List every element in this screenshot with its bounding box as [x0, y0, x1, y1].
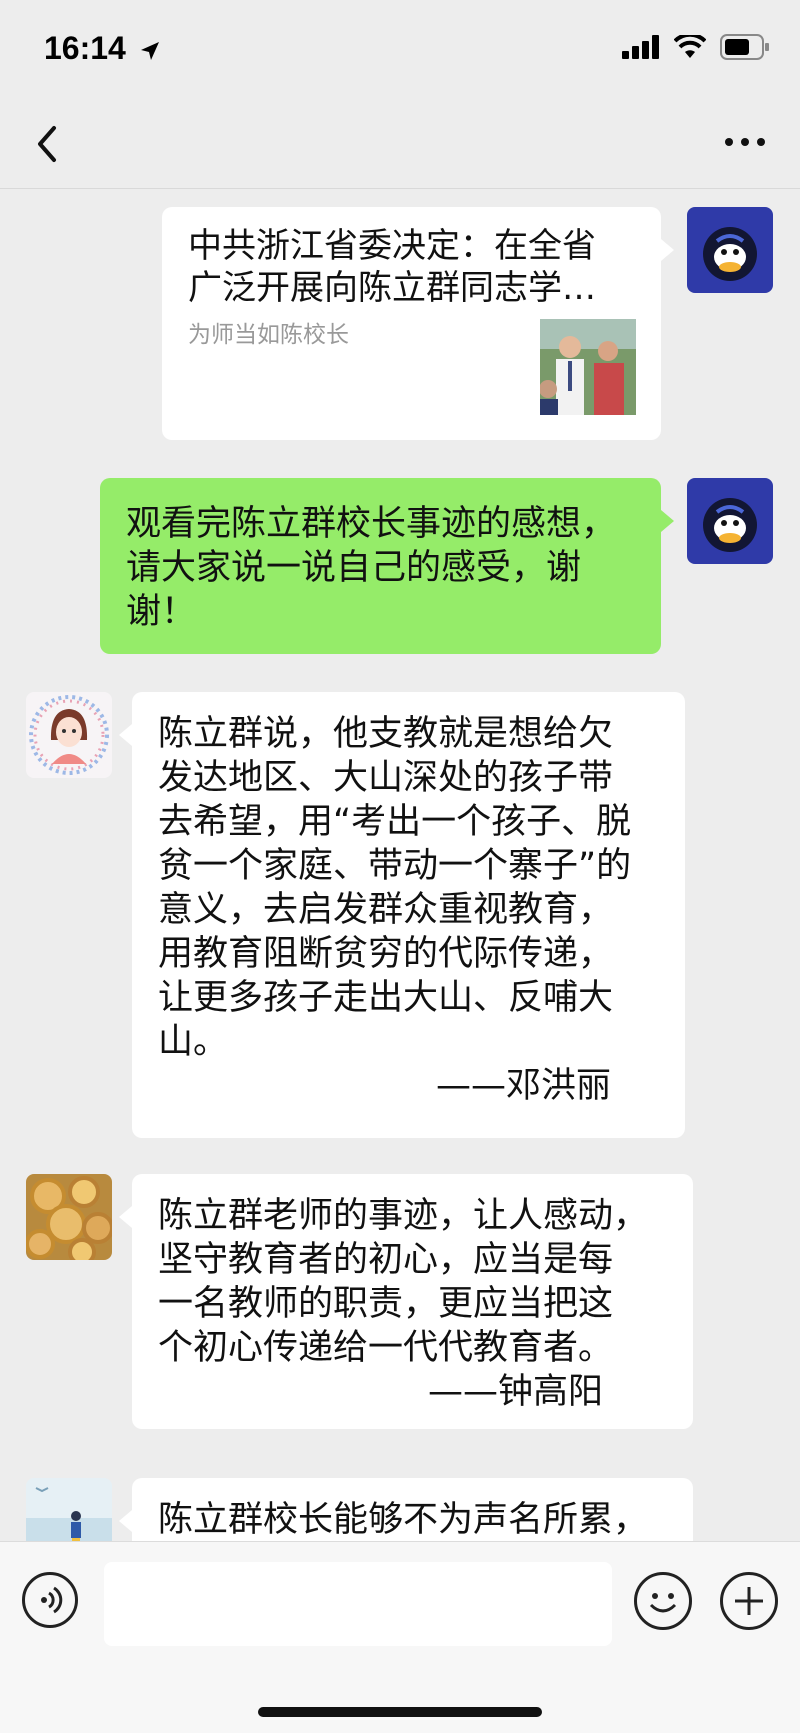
more-dots-icon[interactable] [722, 130, 768, 154]
bubble-tail [119, 724, 132, 746]
chat-header [0, 100, 800, 189]
status-bar: 16:14 [0, 0, 800, 100]
signal-icon [622, 35, 659, 59]
bubble-tail [661, 239, 674, 261]
avatar-self[interactable] [687, 478, 773, 564]
link-thumbnail [540, 319, 636, 415]
link-title: 中共浙江省委决定：在全省 广泛开展向陈立群同志学… [188, 226, 596, 308]
avatar-user[interactable] [26, 692, 112, 778]
location-arrow-icon [140, 41, 159, 60]
message-signature: ——邓洪丽 [435, 1066, 611, 1106]
avatar-self[interactable] [687, 207, 773, 293]
plus-icon[interactable] [720, 1572, 778, 1630]
message-text: 陈立群校长能够不为声名所累， [158, 1500, 649, 1540]
bubble-tail [119, 1510, 132, 1532]
chat-messages[interactable]: 中共浙江省委决定：在全省 广泛开展向陈立群同志学… 为师当如陈校长 观看完陈立群… [0, 189, 800, 1541]
bubble-tail [119, 1206, 132, 1228]
message-text: 陈立群说，他支教就是想给欠 发达地区、大山深处的孩子带 去希望，用“考出一个孩子… [158, 714, 632, 1062]
status-icons [622, 34, 770, 60]
message-input[interactable] [104, 1562, 612, 1646]
message-text: 观看完陈立群校长事迹的感想， 请大家说一说自己的感受，谢 谢！ [126, 504, 617, 632]
message-received[interactable]: 陈立群说，他支教就是想给欠 发达地区、大山深处的孩子带 去希望，用“考出一个孩子… [132, 692, 685, 1138]
message-received[interactable]: 陈立群老师的事迹，让人感动， 坚守教育者的初心，应当是每 一名教师的职责，更应当… [132, 1174, 693, 1429]
message-sent[interactable]: 观看完陈立群校长事迹的感想， 请大家说一说自己的感受，谢 谢！ [100, 478, 661, 654]
wifi-icon [674, 35, 706, 58]
avatar-user[interactable] [26, 1478, 112, 1541]
message-text: 陈立群老师的事迹，让人感动， 坚守教育者的初心，应当是每 一名教师的职责，更应当… [158, 1196, 649, 1368]
status-time: 16:14 [44, 30, 161, 67]
avatar-user[interactable] [26, 1174, 112, 1260]
input-bar [0, 1541, 800, 1733]
message-signature: ——钟高阳 [427, 1372, 603, 1412]
link-card-bubble[interactable]: 中共浙江省委决定：在全省 广泛开展向陈立群同志学… 为师当如陈校长 [162, 207, 661, 440]
battery-icon [720, 34, 769, 60]
home-indicator[interactable] [258, 1707, 542, 1717]
bubble-tail [661, 510, 674, 532]
link-source: 为师当如陈校长 [188, 322, 349, 348]
emoji-icon[interactable] [634, 1572, 692, 1630]
message-received[interactable]: 陈立群校长能够不为声名所累， [132, 1478, 693, 1541]
chevron-left-icon[interactable] [30, 120, 70, 168]
voice-input-icon[interactable] [22, 1572, 78, 1628]
